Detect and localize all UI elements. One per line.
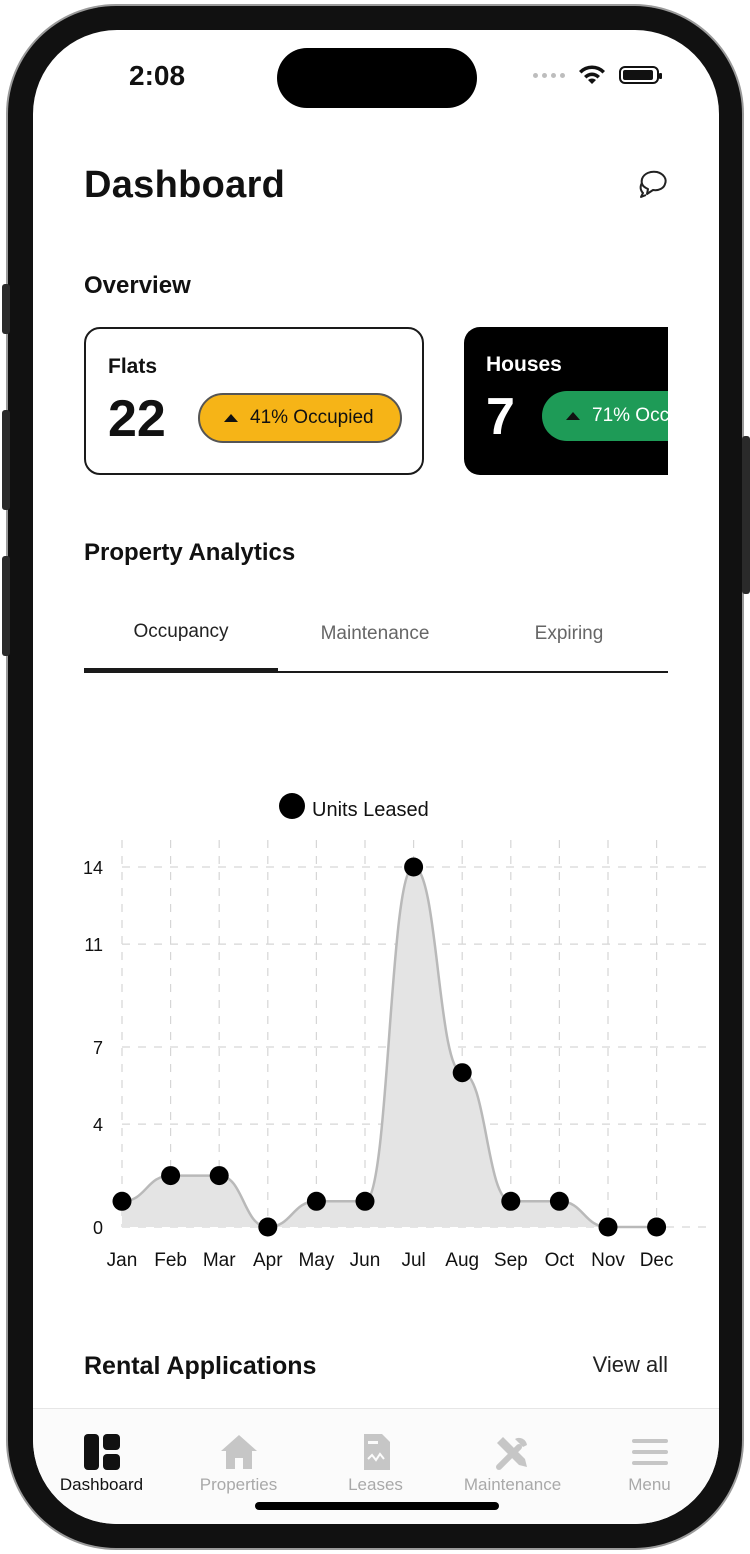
badge-text: 41% Occupied (250, 407, 374, 428)
x-tick-label: Jan (107, 1250, 138, 1270)
legend-label: Units Leased (312, 799, 429, 821)
tab-dashboard[interactable]: Dashboard (33, 1409, 170, 1499)
active-tab-indicator (84, 668, 278, 673)
home-indicator (255, 1502, 499, 1510)
menu-icon (631, 1439, 668, 1465)
occupancy-badge: 41% Occupied (198, 393, 402, 443)
cellular-signal-icon (533, 72, 565, 78)
x-tick-label: Jun (350, 1250, 381, 1270)
card-label: Flats (108, 355, 158, 378)
houses-card[interactable]: Houses 7 71% Occupied (464, 327, 668, 475)
tab-occupancy[interactable]: Occupancy (84, 621, 278, 643)
tab-label: Menu (628, 1475, 671, 1494)
data-point-sep (501, 1191, 521, 1211)
data-point-apr (258, 1217, 278, 1237)
x-tick-label: Apr (253, 1250, 283, 1270)
x-tick-label: Sep (494, 1250, 528, 1270)
volume-up-button (2, 410, 10, 510)
rental-applications-title: Rental Applications (84, 1352, 317, 1380)
tab-properties[interactable]: Properties (170, 1409, 307, 1499)
flats-card[interactable]: Flats 22 41% Occupied (84, 327, 424, 475)
data-point-dec (647, 1217, 667, 1237)
y-tick-label: 14 (83, 858, 103, 878)
data-point-jul (404, 857, 424, 877)
data-point-feb (161, 1166, 181, 1186)
house-icon (220, 1435, 257, 1469)
dynamic-island (277, 48, 477, 108)
tab-label: Maintenance (463, 1475, 562, 1494)
view-all-link[interactable]: View all (593, 1352, 668, 1378)
status-icons (533, 64, 662, 86)
occupancy-chart: 0 4 7 11 14 Jan Feb Mar Apr May Jun Jul Aug Sep Oct Nov… (83, 793, 707, 1270)
power-button (742, 436, 750, 594)
mute-switch (2, 284, 10, 334)
battery-icon (619, 66, 662, 84)
screen: 2:08 Dashboard Overview Flats 22 41% Occ… (33, 30, 719, 1524)
tab-label: Dashboard (59, 1475, 144, 1494)
tab-maintenance[interactable]: Maintenance (278, 623, 472, 645)
y-tick-label: 4 (93, 1115, 103, 1135)
tab-label: Leases (348, 1475, 403, 1494)
data-point-may (306, 1191, 326, 1211)
x-tick-label: Dec (640, 1250, 674, 1270)
card-count: 7 (486, 388, 515, 446)
data-point-jun (355, 1191, 375, 1211)
legend-marker (279, 793, 305, 819)
dashboard-icon (83, 1434, 120, 1470)
data-point-mar (209, 1166, 229, 1186)
occupancy-badge: 71% Occupied (542, 391, 668, 441)
tab-menu[interactable]: Menu (581, 1409, 718, 1499)
analytics-title: Property Analytics (84, 539, 296, 566)
data-point-jan (112, 1191, 132, 1211)
card-count: 22 (108, 390, 166, 448)
status-time: 2:08 (129, 60, 186, 91)
tools-icon (495, 1437, 527, 1470)
x-tick-label: May (298, 1250, 334, 1270)
card-label: Houses (486, 353, 562, 376)
y-tick-label: 0 (93, 1218, 103, 1238)
x-tick-label: Feb (154, 1250, 187, 1270)
x-tick-label: Mar (203, 1250, 236, 1270)
tab-maintenance-nav[interactable]: Maintenance (444, 1409, 581, 1499)
wifi-icon (579, 65, 605, 84)
badge-text: 71% Occupied (592, 405, 668, 426)
arrow-up-icon (224, 414, 238, 422)
volume-down-button (2, 556, 10, 656)
x-tick-label: Nov (591, 1250, 625, 1270)
tab-expiring[interactable]: Expiring (472, 623, 666, 645)
x-tick-label: Oct (545, 1250, 575, 1270)
arrow-up-icon (566, 412, 580, 420)
analytics-tabs: Occupancy Maintenance Expiring (84, 610, 668, 674)
data-point-aug (452, 1063, 472, 1083)
x-tick-label: Jul (401, 1250, 425, 1270)
overview-title: Overview (84, 272, 191, 299)
data-point-nov (598, 1217, 618, 1237)
page-title: Dashboard (84, 164, 286, 206)
document-icon (363, 1434, 390, 1470)
x-tick-label: Aug (445, 1250, 479, 1270)
tab-leases[interactable]: Leases (307, 1409, 444, 1499)
y-tick-label: 7 (93, 1038, 103, 1058)
y-tick-label: 11 (84, 935, 103, 955)
chat-bubbles-icon[interactable] (637, 166, 671, 200)
data-point-oct (549, 1191, 569, 1211)
tab-label: Properties (199, 1475, 278, 1494)
